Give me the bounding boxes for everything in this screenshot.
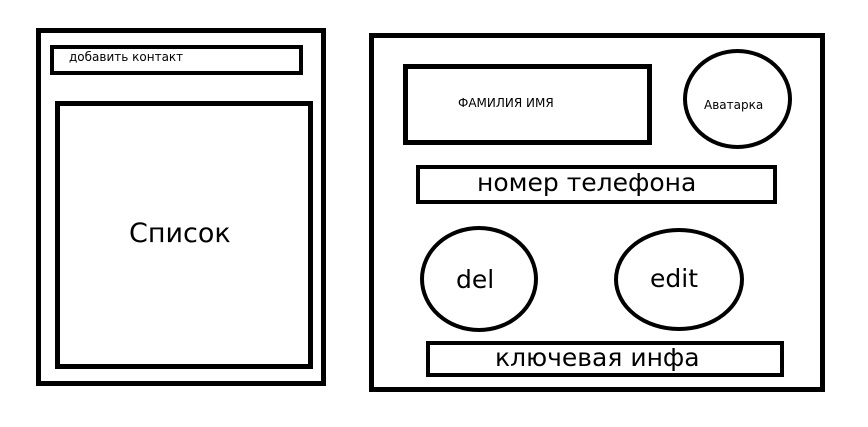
edit-button-label: edit [650, 264, 698, 293]
delete-button-label: del [456, 265, 495, 294]
add-contact-label: добавить контакт [69, 50, 184, 64]
key-info-label: ключевая инфа [495, 343, 700, 372]
avatar-label: Аватарка [704, 98, 764, 112]
contact-list-label: Список [129, 218, 231, 249]
phone-label: номер телефона [477, 168, 697, 197]
name-label: ФАМИЛИЯ ИМЯ [458, 96, 554, 110]
